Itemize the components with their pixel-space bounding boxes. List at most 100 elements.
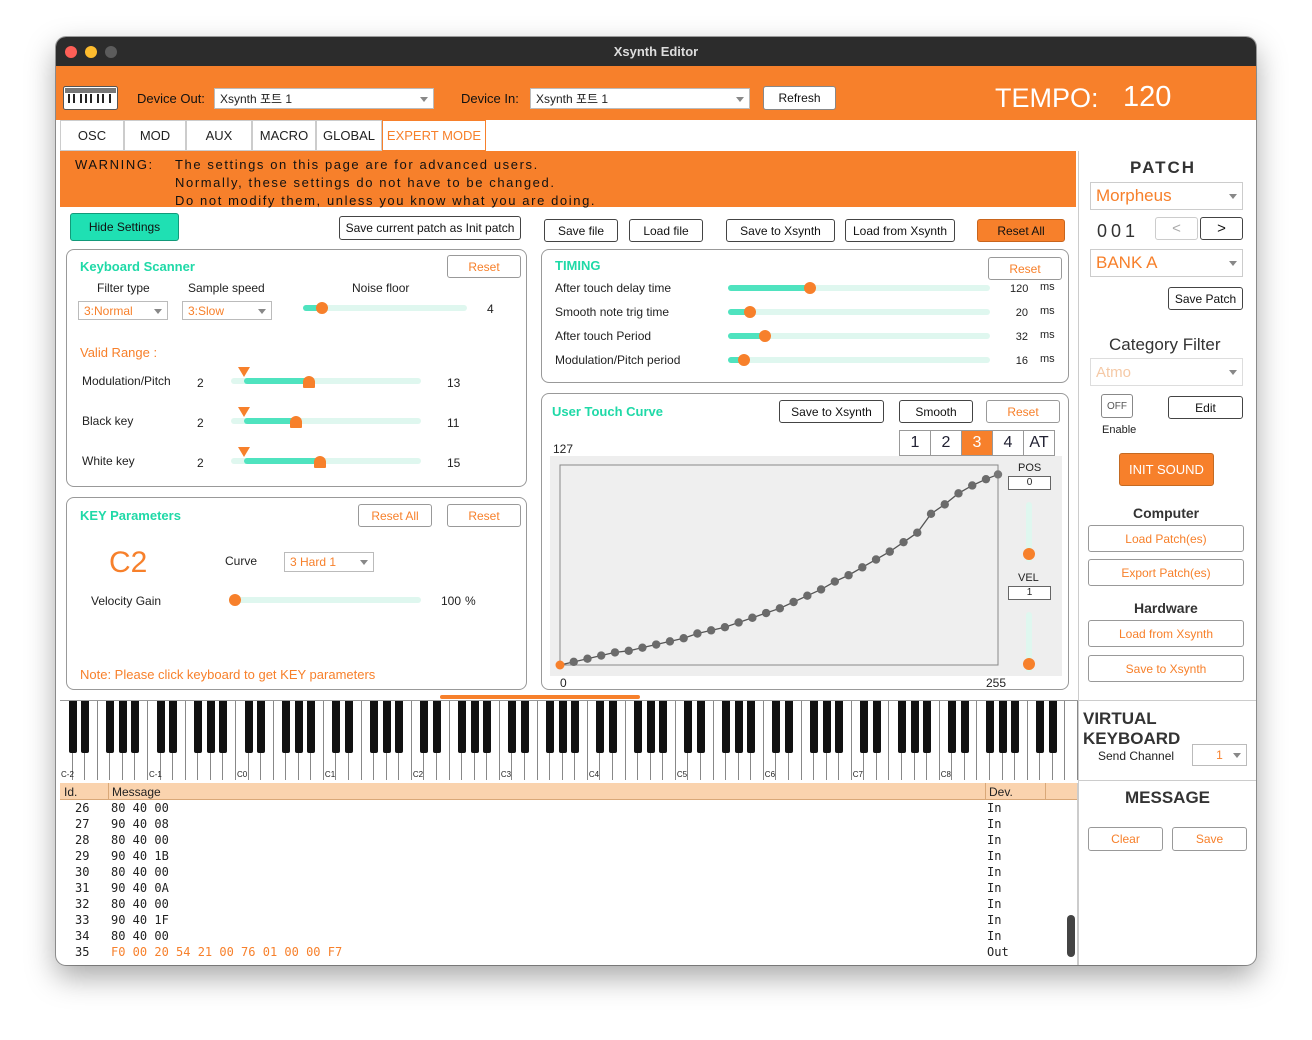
table-row[interactable]: 31 90 40 0A In bbox=[60, 880, 1064, 896]
load-from-xsynth-button[interactable]: Load from Xsynth bbox=[845, 219, 955, 242]
piano-black-key[interactable] bbox=[307, 701, 316, 753]
piano-black-key[interactable] bbox=[772, 701, 781, 753]
sample-speed-select[interactable]: 3:Slow bbox=[182, 301, 272, 320]
curve-point[interactable] bbox=[610, 648, 620, 657]
piano-black-key[interactable] bbox=[810, 701, 819, 753]
curve-point[interactable] bbox=[913, 528, 922, 537]
piano-black-key[interactable] bbox=[169, 701, 178, 753]
curve-point[interactable] bbox=[789, 597, 798, 607]
curve-point[interactable] bbox=[885, 547, 894, 556]
curve-point[interactable] bbox=[899, 537, 908, 547]
save-file-button[interactable]: Save file bbox=[544, 219, 618, 242]
key-reset-all-button[interactable]: Reset All bbox=[358, 504, 432, 527]
piano-black-key[interactable] bbox=[294, 701, 303, 753]
pos-knob[interactable] bbox=[1023, 548, 1035, 560]
piano-black-key[interactable] bbox=[910, 701, 919, 753]
curve-point[interactable] bbox=[954, 489, 963, 498]
vel-slider[interactable] bbox=[1023, 612, 1035, 672]
piano-black-key[interactable] bbox=[282, 701, 291, 753]
vel-value[interactable]: 1 bbox=[1008, 586, 1051, 600]
range-low-handle[interactable] bbox=[238, 447, 251, 457]
piano-black-key[interactable] bbox=[558, 701, 567, 753]
valid-range-slider[interactable] bbox=[231, 367, 421, 388]
piano-black-key[interactable] bbox=[734, 701, 743, 753]
curve-tab-2[interactable]: 2 bbox=[930, 430, 962, 456]
device-in-select[interactable]: Xsynth 포트 1 bbox=[530, 88, 750, 109]
timing-slider[interactable] bbox=[728, 354, 990, 366]
piano-black-key[interactable] bbox=[986, 701, 995, 753]
curve-point[interactable] bbox=[816, 585, 826, 594]
next-patch-button[interactable]: > bbox=[1200, 217, 1243, 240]
piano-black-key[interactable] bbox=[521, 701, 529, 753]
curve-point[interactable] bbox=[981, 474, 991, 484]
table-row[interactable]: 34 80 40 00 In bbox=[60, 928, 1064, 944]
curve-point[interactable] bbox=[830, 577, 840, 586]
piano-black-key[interactable] bbox=[257, 701, 266, 753]
patch-name-select[interactable]: Morpheus bbox=[1090, 182, 1243, 210]
timing-slider[interactable] bbox=[728, 282, 990, 294]
category-filter-select[interactable]: Atmo bbox=[1090, 358, 1243, 386]
piano-black-key[interactable] bbox=[960, 701, 969, 753]
timing-reset-button[interactable]: Reset bbox=[988, 257, 1062, 280]
piano-black-key[interactable] bbox=[784, 701, 793, 753]
sidebar-load-from-xsynth-button[interactable]: Load from Xsynth bbox=[1088, 620, 1244, 647]
curve-point[interactable] bbox=[993, 470, 1003, 479]
table-row[interactable]: 29 90 40 1B In bbox=[60, 848, 1064, 864]
piano-black-key[interactable] bbox=[194, 701, 203, 753]
table-row[interactable]: 27 90 40 08 In bbox=[60, 816, 1064, 832]
pos-value[interactable]: 0 bbox=[1008, 476, 1051, 490]
range-low-handle[interactable] bbox=[238, 407, 251, 417]
curve-point[interactable] bbox=[940, 500, 949, 509]
close-window-button[interactable] bbox=[65, 46, 77, 58]
piano-black-key[interactable] bbox=[118, 701, 127, 753]
piano-black-key[interactable] bbox=[571, 701, 580, 753]
tab-expert-mode[interactable]: EXPERT MODE bbox=[382, 120, 486, 151]
curve-point[interactable] bbox=[693, 629, 702, 638]
piano-black-key[interactable] bbox=[433, 701, 442, 753]
bank-select[interactable]: BANK A bbox=[1090, 249, 1243, 277]
curve-point[interactable] bbox=[871, 555, 881, 564]
piano-black-key[interactable] bbox=[608, 701, 617, 753]
zoom-window-button[interactable] bbox=[105, 46, 117, 58]
piano-black-key[interactable] bbox=[458, 701, 467, 753]
piano-black-key[interactable] bbox=[747, 701, 756, 753]
piano-black-key[interactable] bbox=[860, 701, 869, 753]
curve-point[interactable] bbox=[720, 623, 730, 632]
piano-keyboard[interactable]: C-2 C-1 C0 C1 C2 C3 C4 C5 C6 C7 C8 bbox=[60, 700, 1078, 780]
piano-black-key[interactable] bbox=[131, 701, 140, 753]
range-high-handle[interactable] bbox=[289, 416, 302, 428]
table-row[interactable]: 28 80 40 00 In bbox=[60, 832, 1064, 848]
table-row[interactable]: 33 90 40 1F In bbox=[60, 912, 1064, 928]
piano-black-key[interactable] bbox=[696, 701, 705, 753]
curve-point[interactable] bbox=[583, 654, 592, 663]
valid-range-slider[interactable] bbox=[231, 447, 421, 468]
piano-black-key[interactable] bbox=[948, 701, 957, 753]
piano-black-key[interactable] bbox=[634, 701, 643, 753]
curve-save-to-xsynth-button[interactable]: Save to Xsynth bbox=[779, 400, 884, 423]
curve-point[interactable] bbox=[844, 571, 853, 580]
timing-slider-knob[interactable] bbox=[759, 330, 772, 342]
valid-range-slider[interactable] bbox=[231, 407, 421, 428]
table-row[interactable]: 30 80 40 00 In bbox=[60, 864, 1064, 880]
save-init-patch-button[interactable]: Save current patch as Init patch bbox=[339, 216, 521, 240]
curve-point[interactable] bbox=[597, 651, 606, 660]
piano-black-key[interactable] bbox=[68, 701, 77, 753]
curve-point[interactable] bbox=[679, 634, 688, 643]
curve-point[interactable] bbox=[651, 640, 661, 649]
velocity-gain-knob[interactable] bbox=[229, 594, 241, 606]
velocity-gain-slider[interactable] bbox=[229, 594, 421, 606]
table-row[interactable]: 35 F0 00 20 54 21 00 76 01 00 00 F7 Out bbox=[60, 944, 1064, 960]
tab-aux[interactable]: AUX bbox=[186, 120, 252, 151]
send-channel-select[interactable]: 1 bbox=[1192, 744, 1247, 766]
curve-point[interactable] bbox=[569, 657, 578, 667]
piano-black-key[interactable] bbox=[835, 701, 844, 753]
init-sound-button[interactable]: INIT SOUND bbox=[1119, 453, 1214, 486]
piano-black-key[interactable] bbox=[898, 701, 907, 753]
vel-knob[interactable] bbox=[1023, 658, 1035, 670]
save-patch-button[interactable]: Save Patch bbox=[1168, 287, 1243, 310]
piano-black-key[interactable] bbox=[470, 701, 479, 753]
curve-point[interactable] bbox=[638, 643, 647, 652]
piano-black-key[interactable] bbox=[156, 701, 165, 753]
piano-black-key[interactable] bbox=[219, 701, 228, 753]
piano-black-key[interactable] bbox=[244, 701, 253, 753]
